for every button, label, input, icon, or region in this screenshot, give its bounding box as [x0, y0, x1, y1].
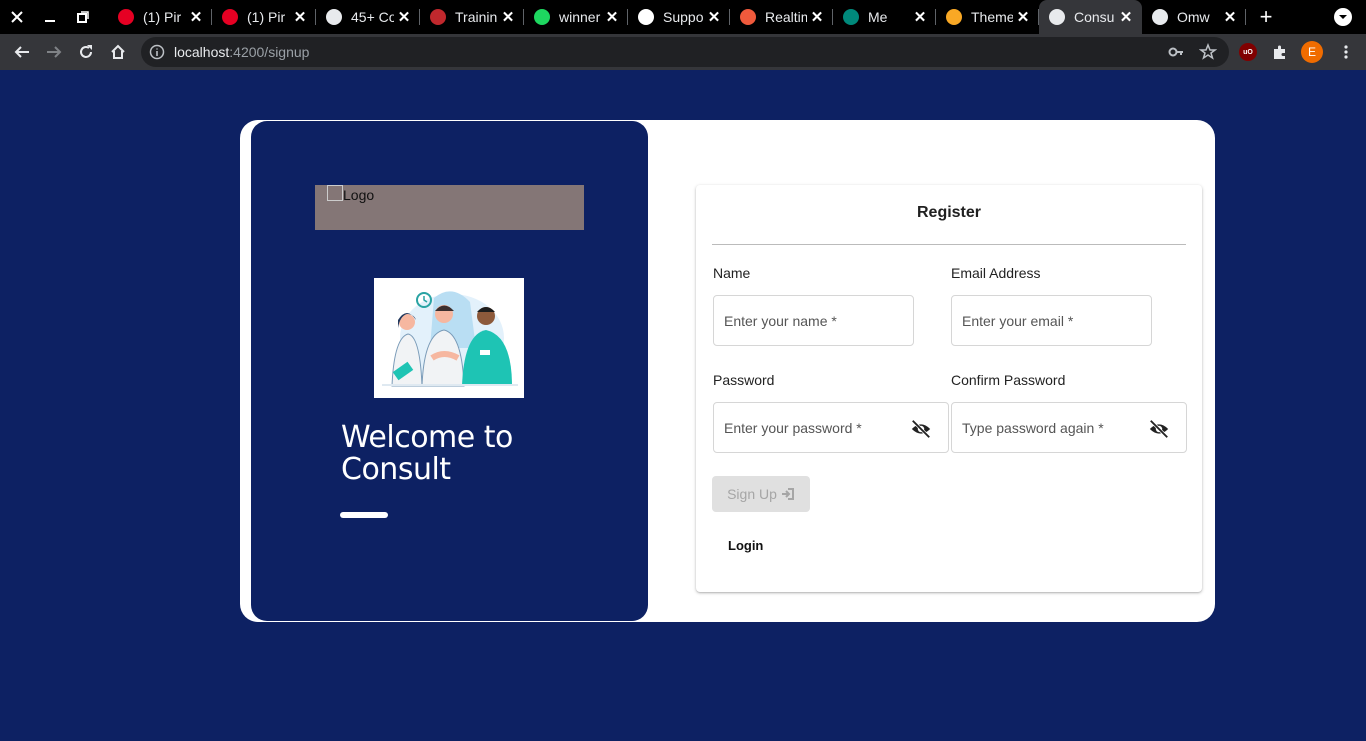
forward-icon[interactable] [38, 34, 70, 70]
bolt-icon [534, 9, 550, 25]
tab-search-icon[interactable] [1334, 8, 1352, 26]
extensions-puzzle-icon[interactable] [1271, 43, 1289, 61]
login-arrow-icon [781, 488, 794, 500]
tab-close-icon[interactable]: ✕ [498, 8, 518, 26]
confirm-password-field[interactable] [951, 402, 1187, 453]
browser-tab[interactable]: Me ✕ [833, 0, 936, 34]
tab-title: Suppo [663, 9, 704, 25]
password-key-icon[interactable] [1167, 43, 1185, 61]
email-field[interactable] [951, 295, 1152, 346]
tab-title: winner [559, 9, 601, 25]
globe-icon [326, 9, 342, 25]
tab-close-icon[interactable]: ✕ [394, 8, 414, 26]
logo-placeholder: Logo [315, 185, 584, 230]
flame-icon [740, 9, 756, 25]
password-input[interactable] [724, 417, 908, 439]
browser-tab[interactable]: Suppo ✕ [628, 0, 730, 34]
tab-close-icon[interactable]: ✕ [807, 8, 827, 26]
register-form: Register Name Email Address Password Con… [696, 185, 1202, 592]
url-text[interactable]: localhost:4200/signup [174, 44, 309, 60]
browser-tab[interactable]: Theme ✕ [936, 0, 1039, 34]
angular-icon [1049, 9, 1065, 25]
tab-strip: (1) Pir ✕ (1) Pir ✕ 45+ Co ✕ Trainin ✕ winner ✕ Su… [0, 0, 1366, 34]
shield-icon [430, 9, 446, 25]
browser-tab[interactable]: Omw ✕ [1142, 0, 1246, 34]
login-link[interactable]: Login [728, 538, 763, 553]
visibility-off-icon[interactable] [1148, 418, 1170, 440]
browser-tab[interactable]: (1) Pir ✕ [212, 0, 316, 34]
browser-toolbar: localhost:4200/signup uO E [0, 34, 1366, 70]
window-restore-icon[interactable] [66, 0, 99, 34]
tab-close-icon[interactable]: ✕ [290, 8, 310, 26]
name-input[interactable] [724, 310, 873, 332]
site-info-icon[interactable] [149, 44, 165, 60]
back-icon[interactable] [6, 34, 38, 70]
logo-alt-text: Logo [343, 187, 375, 203]
sign-up-button[interactable]: Sign Up [712, 476, 810, 512]
browser-tab[interactable]: Trainin ✕ [420, 0, 524, 34]
browser-tab[interactable]: 45+ Co ✕ [316, 0, 420, 34]
browser-tab[interactable]: winner ✕ [524, 0, 628, 34]
browser-tab[interactable]: Realtim ✕ [730, 0, 833, 34]
welcome-title: Welcome to Consult [341, 420, 513, 487]
tab-close-icon[interactable]: ✕ [704, 8, 724, 26]
new-tab-button[interactable]: + [1254, 0, 1278, 34]
github-icon [1152, 9, 1168, 25]
broken-image-icon [327, 185, 343, 201]
tab-close-icon[interactable]: ✕ [186, 8, 206, 26]
tab-close-icon[interactable]: ✕ [602, 8, 622, 26]
email-input[interactable] [962, 310, 1111, 332]
tab-title: Trainin [455, 9, 498, 25]
email-label: Email Address [951, 265, 1041, 281]
badge-icon [946, 9, 962, 25]
window-minimize-icon[interactable] [33, 0, 66, 34]
tab-title: Theme [971, 9, 1013, 25]
bookmark-star-icon[interactable] [1199, 43, 1217, 61]
tab-title: (1) Pir [247, 9, 286, 25]
pinterest-icon [118, 9, 134, 25]
confirm-password-input[interactable] [962, 417, 1146, 439]
browser-tab[interactable]: Consu ✕ [1039, 0, 1142, 34]
tab-title: Omw [1177, 9, 1210, 25]
browser-menu-icon[interactable] [1338, 44, 1354, 60]
visibility-off-icon[interactable] [910, 418, 932, 440]
tab-close-icon[interactable]: ✕ [1220, 8, 1240, 26]
address-bar[interactable]: localhost:4200/signup [141, 37, 1229, 67]
tab-title: Consu [1074, 9, 1115, 25]
confirm-password-label: Confirm Password [951, 372, 1066, 388]
pinterest-icon [222, 9, 238, 25]
home-icon[interactable] [102, 34, 134, 70]
form-title: Register [916, 204, 982, 221]
tab-title: Me [868, 9, 888, 25]
tab-close-icon[interactable]: ✕ [910, 8, 930, 26]
tab-close-icon[interactable]: ✕ [1013, 8, 1033, 26]
profile-avatar[interactable]: E [1301, 41, 1323, 63]
doctors-illustration [374, 278, 524, 398]
form-divider [712, 244, 1186, 245]
browser-tab[interactable]: (1) Pir ✕ [108, 0, 212, 34]
password-field[interactable] [713, 402, 949, 453]
title-underline [340, 512, 388, 518]
name-field[interactable] [713, 295, 914, 346]
tab-close-icon[interactable]: ✕ [1116, 8, 1136, 26]
tab-title: Realtim [765, 9, 807, 25]
window-close-icon[interactable] [0, 0, 33, 34]
medium-icon [638, 9, 654, 25]
meet-icon [843, 9, 859, 25]
tab-title: (1) Pir [143, 9, 182, 25]
sign-up-label: Sign Up [727, 486, 777, 502]
tab-title: 45+ Co [351, 9, 394, 25]
reload-icon[interactable] [70, 34, 102, 70]
tab-separator [1245, 9, 1246, 25]
password-label: Password [713, 372, 775, 388]
name-label: Name [713, 265, 751, 281]
ublock-extension-icon[interactable]: uO [1239, 43, 1257, 61]
